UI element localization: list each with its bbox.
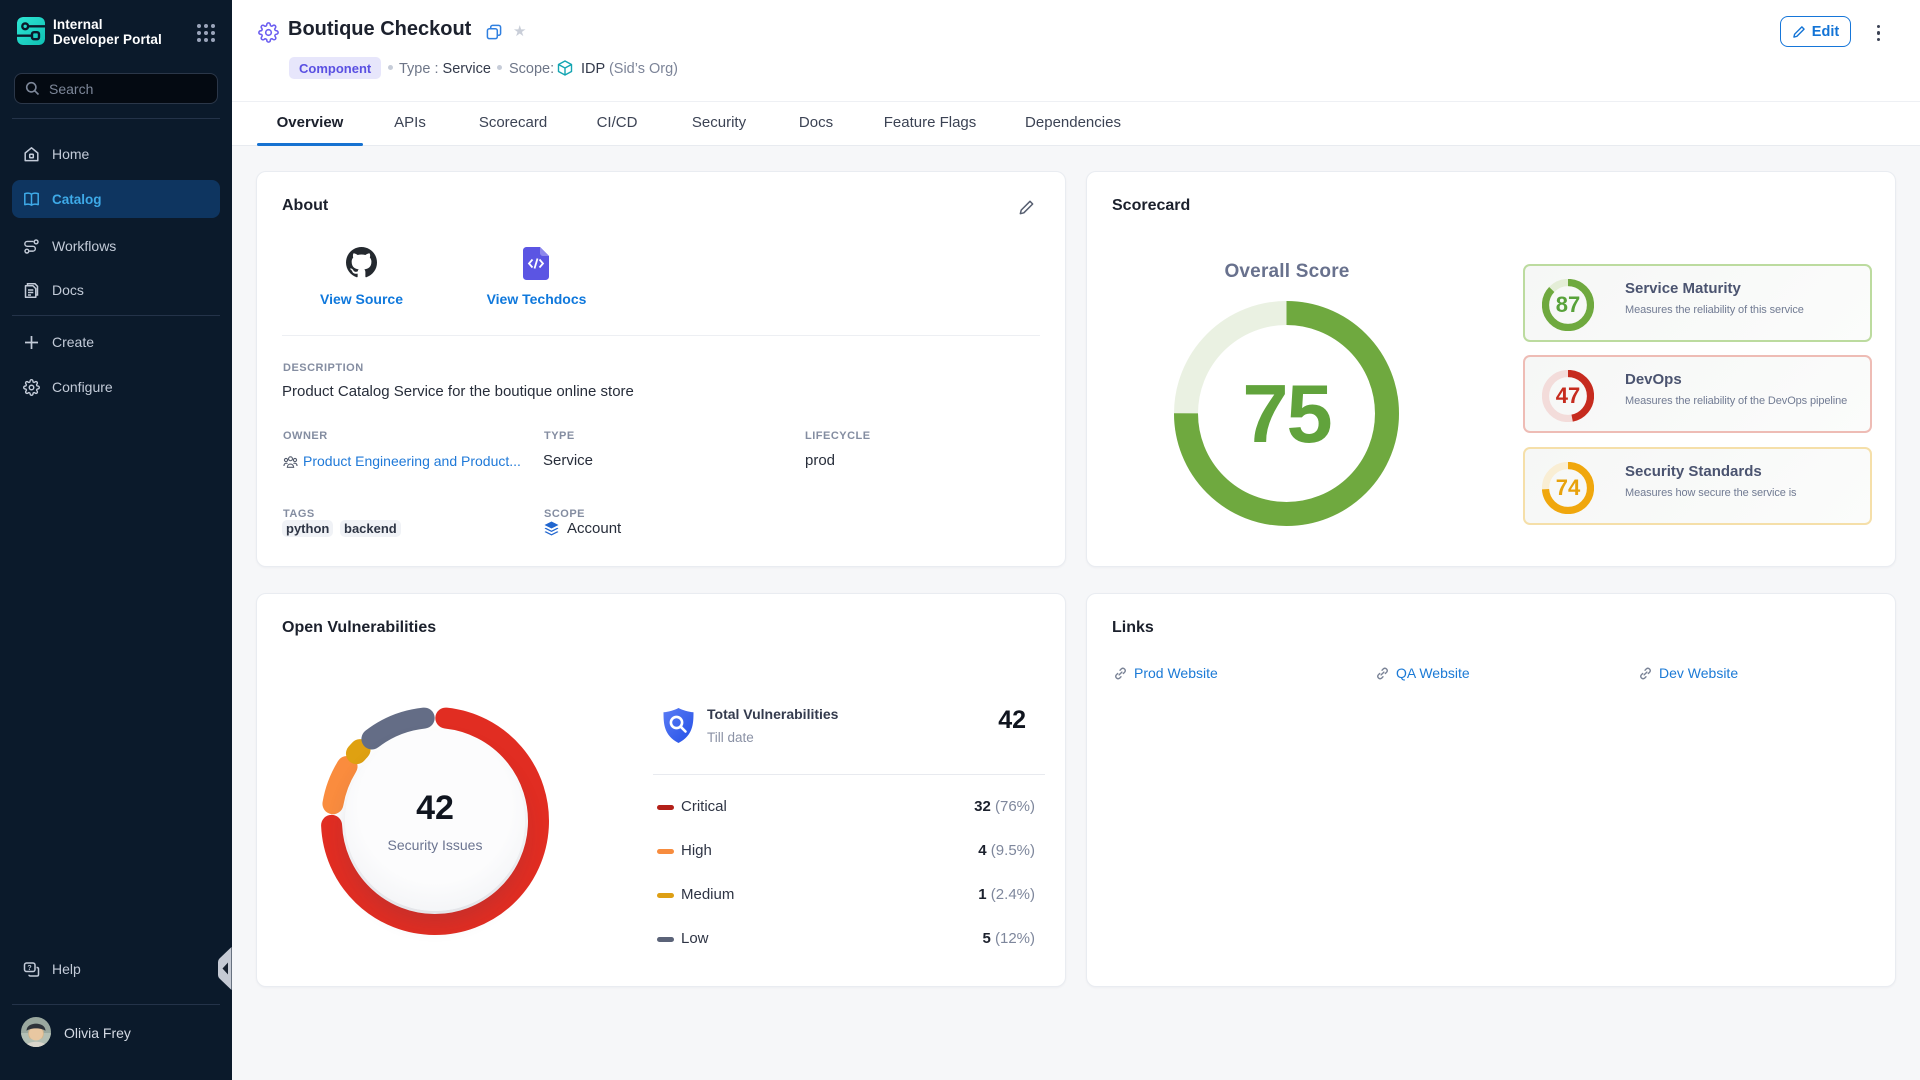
svg-text:?: ? — [27, 964, 31, 971]
